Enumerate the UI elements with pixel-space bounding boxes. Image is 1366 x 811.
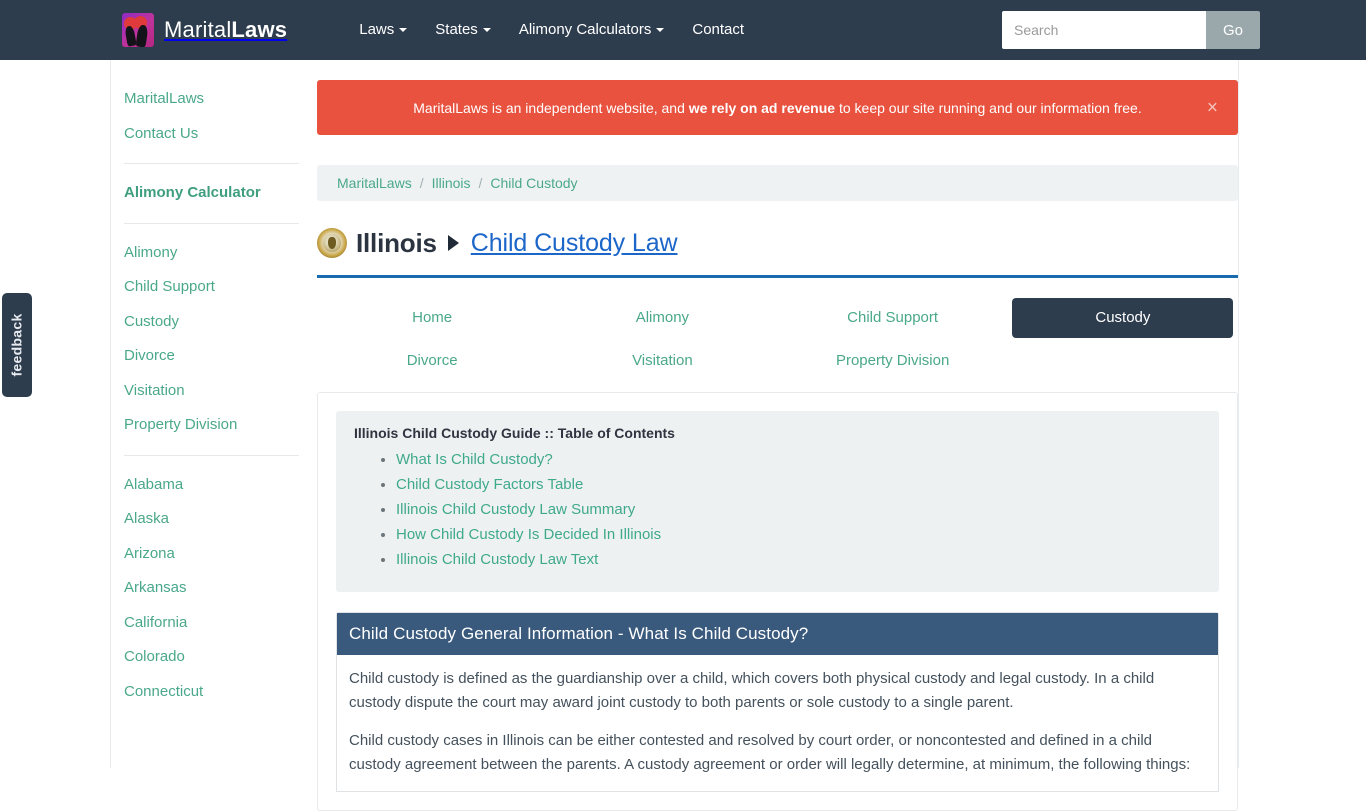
- info-panel-body: Child custody is defined as the guardian…: [337, 655, 1218, 777]
- title-underline: [317, 275, 1238, 278]
- nav-item-contact[interactable]: Contact: [678, 0, 758, 60]
- brand-title: MaritalLaws: [164, 17, 287, 43]
- sidebar-item-arizona[interactable]: Arizona: [124, 537, 317, 572]
- tab-cell: Child Support: [778, 296, 1008, 339]
- sidebar-item-alimony-calculator[interactable]: Alimony Calculator: [124, 176, 317, 211]
- sidebar-item-connecticut[interactable]: Connecticut: [124, 675, 317, 710]
- tab-alimony[interactable]: Alimony: [636, 309, 689, 326]
- nav-item-contact-label: Contact: [692, 21, 745, 38]
- page-title-topic[interactable]: Child Custody Law: [471, 229, 678, 258]
- ad-revenue-alert-text: MaritalLaws is an independent website, a…: [413, 100, 1141, 116]
- panel-paragraph: Child custody cases in Illinois can be e…: [349, 732, 1191, 773]
- tab-property-division[interactable]: Property Division: [836, 352, 949, 369]
- nav-item-states-label: States: [435, 21, 478, 38]
- sidebar-item-alabama[interactable]: Alabama: [124, 468, 317, 503]
- nav-item-alimony-calculators-label: Alimony Calculators: [518, 21, 652, 38]
- table-of-contents: Illinois Child Custody Guide :: Table of…: [336, 411, 1219, 592]
- tab-cell: Home: [317, 296, 547, 339]
- toc-link-what-is-child-custody[interactable]: What Is Child Custody?: [396, 451, 553, 468]
- content-card: Illinois Child Custody Guide :: Table of…: [317, 392, 1238, 811]
- sidebar-item-maritallaws[interactable]: MaritalLaws: [124, 82, 317, 117]
- sidebar-divider: [124, 163, 299, 164]
- sidebar-item-custody[interactable]: Custody: [124, 305, 317, 340]
- sidebar-item-arkansas[interactable]: Arkansas: [124, 571, 317, 606]
- sidebar-item-property-division[interactable]: Property Division: [124, 408, 317, 443]
- sidebar-divider: [124, 222, 299, 224]
- tab-child-support[interactable]: Child Support: [847, 309, 938, 326]
- tab-home[interactable]: Home: [412, 309, 452, 326]
- tab-custody[interactable]: Custody: [1012, 297, 1234, 338]
- tab-cell: Divorce: [317, 339, 547, 382]
- info-panel: Child Custody General Information - What…: [336, 612, 1219, 792]
- sidebar-item-contact-us[interactable]: Contact Us: [124, 117, 317, 152]
- tab-cell: Property Division: [778, 339, 1008, 382]
- breadcrumb-separator: /: [478, 175, 483, 191]
- toc-link-law-summary[interactable]: Illinois Child Custody Law Summary: [396, 501, 635, 518]
- search-form: Go: [1002, 11, 1260, 49]
- sidebar-divider: [124, 454, 299, 456]
- breadcrumb-item-maritallaws[interactable]: MaritalLaws: [337, 175, 412, 191]
- brand-title-primary: Marital: [164, 17, 232, 42]
- main-nav: Laws States Alimony Calculators Contact: [345, 0, 758, 60]
- tab-cell-empty: [1008, 339, 1238, 382]
- search-input[interactable]: [1002, 11, 1206, 49]
- sidebar-item-alimony[interactable]: Alimony: [124, 236, 317, 271]
- sidebar-item-child-support[interactable]: Child Support: [124, 270, 317, 305]
- tab-cell: Custody: [1008, 296, 1238, 339]
- search-go-button[interactable]: Go: [1206, 11, 1260, 49]
- nav-item-laws-label: Laws: [359, 21, 395, 38]
- page-title: Illinois Child Custody Law: [317, 223, 1240, 263]
- toc-link-child-custody-factors-table[interactable]: Child Custody Factors Table: [396, 476, 583, 493]
- breadcrumb-separator: /: [419, 175, 424, 191]
- list-item: What Is Child Custody?: [396, 451, 1201, 469]
- sidebar-item-colorado[interactable]: Colorado: [124, 640, 317, 675]
- tab-cell: Alimony: [547, 296, 777, 339]
- nav-item-states[interactable]: States: [421, 0, 505, 60]
- sidebar-item-alaska[interactable]: Alaska: [124, 502, 317, 537]
- alert-text-before: MaritalLaws is an independent website, a…: [413, 99, 689, 116]
- toc-list: What Is Child Custody? Child Custody Fac…: [354, 451, 1201, 569]
- alert-text-strong: we rely on ad revenue: [688, 99, 836, 116]
- ad-revenue-alert: MaritalLaws is an independent website, a…: [317, 80, 1238, 135]
- sidebar-item-california[interactable]: California: [124, 606, 317, 641]
- sidebar-item-divorce[interactable]: Divorce: [124, 339, 317, 374]
- main-content: MaritalLaws is an independent website, a…: [317, 60, 1240, 811]
- list-item: Child Custody Factors Table: [396, 476, 1201, 494]
- page-title-state: Illinois: [356, 227, 437, 258]
- sidebar-item-visitation[interactable]: Visitation: [124, 374, 317, 409]
- list-item: Illinois Child Custody Law Summary: [396, 501, 1201, 519]
- illinois-state-seal-icon: [317, 228, 347, 258]
- chevron-down-icon: [656, 28, 665, 32]
- feedback-tab[interactable]: feedback: [2, 293, 32, 397]
- list-item: How Child Custody Is Decided In Illinois: [396, 526, 1201, 544]
- list-item: Illinois Child Custody Law Text: [396, 551, 1201, 569]
- tab-divorce[interactable]: Divorce: [407, 352, 458, 369]
- sidebar: MaritalLaws Contact Us Alimony Calculato…: [111, 60, 317, 768]
- tab-visitation[interactable]: Visitation: [632, 352, 693, 369]
- tab-cell: Visitation: [547, 339, 777, 382]
- top-navbar: MaritalLaws Laws States Alimony Calculat…: [0, 0, 1366, 60]
- breadcrumb-item-illinois[interactable]: Illinois: [432, 175, 471, 191]
- info-panel-heading: Child Custody General Information - What…: [337, 613, 1218, 655]
- feedback-tab-label: feedback: [9, 313, 26, 377]
- brand-title-secondary: Laws: [231, 17, 288, 42]
- alert-text-after: to keep our site running and our informa…: [835, 99, 1142, 116]
- toc-title: Illinois Child Custody Guide :: Table of…: [354, 425, 675, 441]
- page-container: MaritalLaws Contact Us Alimony Calculato…: [110, 60, 1240, 811]
- nav-item-alimony-calculators[interactable]: Alimony Calculators: [505, 0, 679, 60]
- toc-link-law-text[interactable]: Illinois Child Custody Law Text: [396, 551, 598, 568]
- nav-item-laws[interactable]: Laws: [345, 0, 421, 60]
- close-icon[interactable]: ×: [1201, 97, 1224, 118]
- chevron-down-icon: [399, 28, 408, 32]
- breadcrumb-item-child-custody[interactable]: Child Custody: [490, 175, 577, 191]
- triangle-right-icon: [447, 235, 459, 251]
- brand-logo-link[interactable]: MaritalLaws: [122, 13, 287, 47]
- chevron-down-icon: [482, 28, 491, 32]
- toc-link-how-decided[interactable]: How Child Custody Is Decided In Illinois: [396, 526, 661, 543]
- section-tabs: Home Alimony Child Support Custody Divor…: [317, 296, 1238, 382]
- breadcrumb: MaritalLaws / Illinois / Child Custody: [317, 165, 1238, 201]
- maritallaws-logo-icon: [122, 13, 154, 47]
- panel-paragraph: Child custody is defined as the guardian…: [349, 670, 1155, 711]
